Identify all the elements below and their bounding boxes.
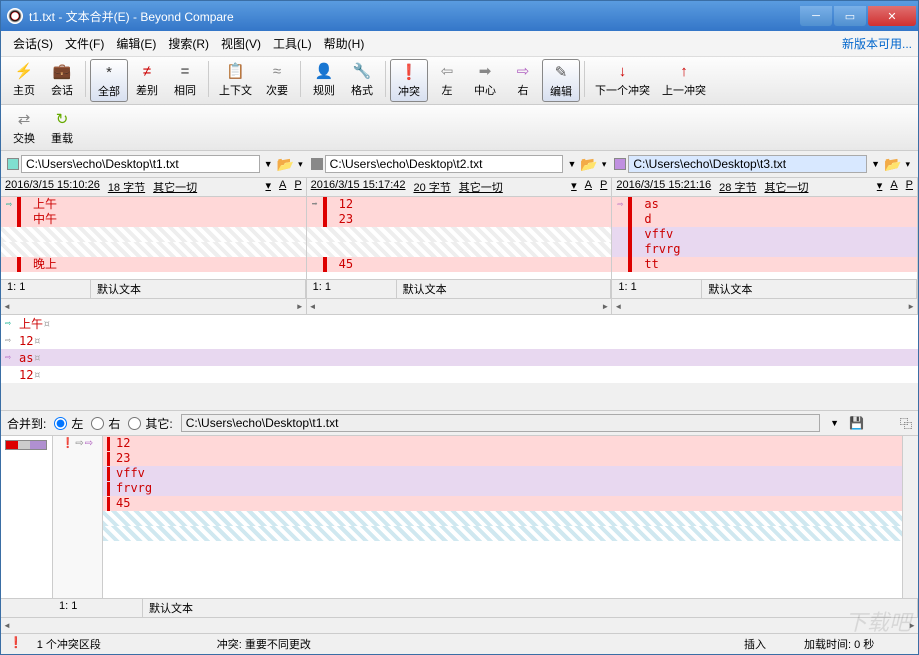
dropdown-icon[interactable]: ▼ — [565, 159, 578, 169]
diff-row[interactable]: ⇨上午¤ — [1, 315, 918, 332]
toolbar-次要[interactable]: ≈次要 — [258, 59, 296, 100]
merge-right-radio[interactable]: 右 — [91, 415, 120, 432]
left-swatch — [7, 158, 19, 170]
diff-row[interactable]: ⇨12¤ — [1, 332, 918, 349]
merge-line[interactable] — [103, 511, 902, 526]
right-swatch — [614, 158, 626, 170]
merge-line[interactable]: 45 — [103, 496, 902, 511]
diff-row[interactable]: ⇨as¤ — [1, 349, 918, 366]
menu-file[interactable]: 文件(F) — [59, 33, 110, 54]
toolbar-左[interactable]: ⇦左 — [428, 59, 466, 100]
titlebar: t1.txt - 文本合并(E) - Beyond Compare ─ ▭ ✕ — [1, 1, 918, 31]
toolbar-中心[interactable]: ➡中心 — [466, 59, 504, 100]
merge-to-label: 合并到: — [7, 415, 46, 432]
scrollbar-h[interactable] — [307, 298, 612, 314]
toolbar-冲突[interactable]: ❗冲突 — [390, 59, 428, 102]
close-button[interactable]: ✕ — [868, 6, 916, 26]
merge-left-radio[interactable]: 左 — [54, 415, 83, 432]
minimize-button[interactable]: ─ — [800, 6, 832, 26]
compare-panes: 2016/3/15 15:10:2618 字节其它一切▾AP⇨上午中午晚上1: … — [1, 178, 918, 315]
diff-row[interactable]: 12¤ — [1, 366, 918, 383]
pathbar: ▼ 📂▾ ▼ 📂▾ ▼ 📂▾ — [1, 151, 918, 178]
menu-session[interactable]: 会话(S) — [7, 33, 59, 54]
center-path-input[interactable] — [325, 155, 564, 173]
app-icon — [7, 8, 23, 24]
pane-body[interactable]: ➡122345 — [307, 197, 612, 279]
merge-minimap[interactable] — [1, 436, 53, 598]
folder-icon[interactable]: 📂 — [884, 156, 901, 173]
pane-center: 2016/3/15 15:17:4220 字节其它一切▾AP➡1223451: … — [307, 178, 613, 314]
menu-view[interactable]: 视图(V) — [215, 33, 267, 54]
merge-gutter: ❗⇨⇨ — [53, 436, 103, 598]
menu-help[interactable]: 帮助(H) — [318, 33, 371, 54]
merge-line[interactable]: frvrg — [103, 481, 902, 496]
toolbar-上一冲突[interactable]: ↑上一冲突 — [656, 59, 712, 100]
toolbar-编辑[interactable]: ✎编辑 — [542, 59, 580, 102]
scrollbar-h[interactable] — [612, 298, 917, 314]
toolbar-交换[interactable]: ⇄交换 — [5, 107, 43, 148]
update-link[interactable]: 新版本可用... — [842, 35, 912, 52]
toolbar-格式[interactable]: 🔧格式 — [343, 59, 381, 100]
toolbar-重载[interactable]: ↻重载 — [43, 107, 81, 148]
merge-status: 1: 1 默认文本 — [1, 598, 918, 617]
left-path-input[interactable] — [21, 155, 260, 173]
right-path-input[interactable] — [628, 155, 867, 173]
pane-right: 2016/3/15 15:21:1628 字节其它一切▾AP⇨asdvffvfr… — [612, 178, 918, 314]
maximize-button[interactable]: ▭ — [834, 6, 866, 26]
toolbar-main: ⚡主页💼会话*全部≠差别=相同📋上下文≈次要👤规则🔧格式❗冲突⇦左➡中心⇨右✎编… — [1, 57, 918, 105]
center-swatch — [311, 158, 323, 170]
window-title: t1.txt - 文本合并(E) - Beyond Compare — [29, 8, 798, 25]
toolbar-规则[interactable]: 👤规则 — [305, 59, 343, 100]
toolbar-secondary: ⇄交换↻重载 — [1, 105, 918, 151]
folder-icon[interactable]: 📂 — [580, 156, 597, 173]
toolbar-右[interactable]: ⇨右 — [504, 59, 542, 100]
merge-line[interactable]: 23 — [103, 451, 902, 466]
conflict-icon: ❗ — [5, 636, 27, 652]
toolbar-相同[interactable]: =相同 — [166, 59, 204, 100]
statusbar: ❗ 1 个冲突区段 冲突: 重要不同更改 插入 加载时间: 0 秒 — [1, 633, 918, 654]
toolbar-上下文[interactable]: 📋上下文 — [213, 59, 258, 100]
menu-tools[interactable]: 工具(L) — [267, 33, 318, 54]
menu-edit[interactable]: 编辑(E) — [110, 33, 162, 54]
merge-line[interactable]: 12 — [103, 436, 902, 451]
scrollbar-h[interactable] — [1, 617, 918, 633]
menubar: 会话(S) 文件(F) 编辑(E) 搜索(R) 视图(V) 工具(L) 帮助(H… — [1, 31, 918, 57]
merge-line[interactable] — [103, 526, 902, 541]
toolbar-会话[interactable]: 💼会话 — [43, 59, 81, 100]
menu-search[interactable]: 搜索(R) — [162, 33, 215, 54]
toolbar-全部[interactable]: *全部 — [90, 59, 128, 102]
merge-target-bar: 合并到: 左 右 其它: ▼ 💾 ⿻ — [1, 411, 918, 436]
pane-body[interactable]: ⇨上午中午晚上 — [1, 197, 306, 279]
scrollbar-v[interactable] — [902, 436, 918, 598]
pane-body[interactable]: ⇨asdvffvfrvrgtt — [612, 197, 917, 279]
scrollbar-h[interactable] — [1, 298, 306, 314]
dropdown-icon[interactable]: ▼ — [869, 159, 882, 169]
toolbar-下一个冲突[interactable]: ↓下一个冲突 — [589, 59, 656, 100]
merge-line[interactable]: vffv — [103, 466, 902, 481]
diff-list: ⇨上午¤⇨12¤⇨as¤12¤ — [1, 315, 918, 383]
merge-path-input[interactable] — [181, 414, 820, 432]
merge-other-radio[interactable]: 其它: — [128, 415, 172, 432]
toolbar-差别[interactable]: ≠差别 — [128, 59, 166, 100]
toolbar-主页[interactable]: ⚡主页 — [5, 59, 43, 100]
pane-left: 2016/3/15 15:10:2618 字节其它一切▾AP⇨上午中午晚上1: … — [1, 178, 307, 314]
dropdown-icon[interactable]: ▼ — [262, 159, 275, 169]
folder-icon[interactable]: 📂 — [277, 156, 294, 173]
merge-content[interactable]: 1223vffvfrvrg45 — [103, 436, 902, 598]
copy-icon[interactable]: ⿻ — [900, 415, 912, 432]
save-icon[interactable]: 💾 — [849, 416, 864, 430]
